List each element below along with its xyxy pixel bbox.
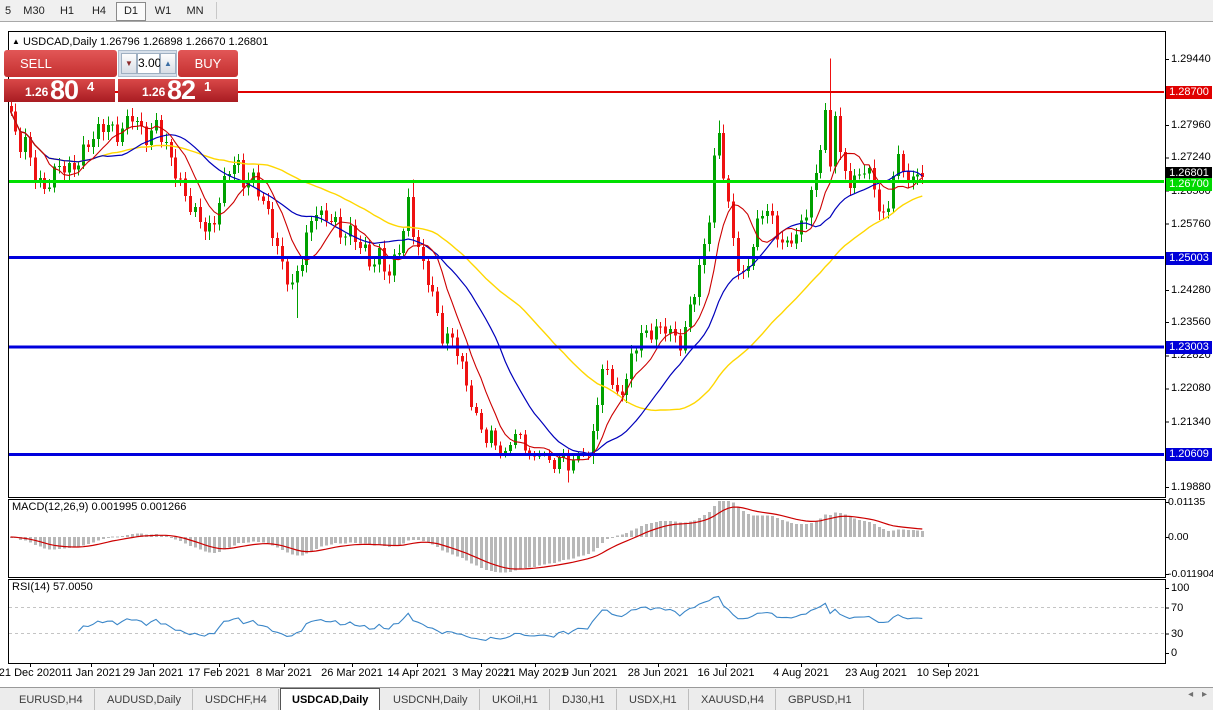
price-tick-label: 1.23560 bbox=[1171, 316, 1211, 328]
macd-value: 0.001995 bbox=[91, 501, 137, 513]
price-tick-label: 1.29440 bbox=[1171, 53, 1211, 65]
time-axis-label: 29 Jan 2021 bbox=[123, 667, 184, 679]
toolbar-separator bbox=[216, 2, 217, 19]
macd-label: MACD(12,26,9) 0.001995 0.001266 bbox=[12, 501, 186, 513]
timeframe-button-h4[interactable]: H4 bbox=[84, 2, 114, 21]
chart-tab-usdchf-h4[interactable]: USDCHF,H4 bbox=[194, 689, 279, 710]
timeframe-button-mn[interactable]: MN bbox=[180, 2, 210, 21]
sell-price-big: 80 bbox=[50, 75, 78, 106]
price-tick-label: 1.24280 bbox=[1171, 284, 1211, 296]
price-tick-label: 1.27960 bbox=[1171, 119, 1211, 131]
time-axis-label: 9 Jun 2021 bbox=[563, 667, 617, 679]
rsi-tick-label: 30 bbox=[1171, 628, 1183, 640]
rsi-value: 57.0050 bbox=[53, 581, 93, 593]
quote-low: 1.26670 bbox=[186, 36, 226, 48]
chart-tab-usdcad-daily[interactable]: USDCAD,Daily bbox=[280, 688, 380, 710]
rsi-panel[interactable] bbox=[8, 579, 1166, 664]
volume-stepper: ▼ 3.00 ▲ bbox=[118, 50, 177, 77]
timeframe-button-m30[interactable]: M30 bbox=[18, 2, 50, 21]
quote-open: 1.26796 bbox=[100, 36, 140, 48]
chart-symbol-label: USDCAD,Daily bbox=[23, 36, 97, 48]
time-axis-label: 16 Jul 2021 bbox=[698, 667, 755, 679]
volume-increase-icon[interactable]: ▲ bbox=[160, 53, 176, 74]
timeframe-button-5[interactable]: 5 bbox=[0, 2, 16, 21]
sell-price-box[interactable]: 1.26 80 4 bbox=[4, 79, 115, 102]
timeframe-button-w1[interactable]: W1 bbox=[148, 2, 178, 21]
time-axis-label: 17 Feb 2021 bbox=[188, 667, 250, 679]
time-axis-label: 14 Apr 2021 bbox=[387, 667, 446, 679]
sell-price-pip: 4 bbox=[87, 79, 94, 94]
timeframe-button-d1[interactable]: D1 bbox=[116, 2, 146, 21]
buy-button[interactable]: BUY bbox=[178, 50, 238, 77]
price-tick-label: 1.27240 bbox=[1171, 151, 1211, 163]
time-axis-label: 3 May 2021 bbox=[452, 667, 509, 679]
volume-input[interactable]: 3.00 bbox=[137, 53, 160, 74]
tab-scroll-left-icon[interactable]: ◂ bbox=[1188, 689, 1193, 700]
macd-tick-label: 0.01135 bbox=[1168, 496, 1205, 508]
price-badge-128700: 1.28700 bbox=[1166, 86, 1212, 99]
buy-price-prefix: 1.26 bbox=[142, 85, 165, 99]
buy-price-big: 82 bbox=[167, 75, 195, 106]
time-axis-label: 23 Aug 2021 bbox=[845, 667, 907, 679]
price-tick-label: 1.19880 bbox=[1171, 481, 1211, 493]
price-tick-label: 1.25760 bbox=[1171, 218, 1211, 230]
buy-price-box[interactable]: 1.26 82 1 bbox=[118, 79, 238, 102]
chart-tab-usdx-h1[interactable]: USDX,H1 bbox=[618, 689, 689, 710]
quote-close: 1.26801 bbox=[229, 36, 269, 48]
macd-name: MACD(12,26,9) bbox=[12, 501, 88, 513]
quote-high: 1.26898 bbox=[143, 36, 183, 48]
trade-buttons-row: SELL ▼ 3.00 ▲ BUY bbox=[3, 50, 238, 77]
chart-tab-gbpusd-h1[interactable]: GBPUSD,H1 bbox=[777, 689, 864, 710]
timeframe-toolbar: 5M30H1H4D1W1MN bbox=[0, 0, 1213, 22]
price-badge-120609: 1.20609 bbox=[1166, 448, 1212, 461]
macd-tick-label: 0.00 bbox=[1168, 531, 1188, 543]
time-axis-label: 28 Jun 2021 bbox=[628, 667, 689, 679]
mt4-terminal-window: 5M30H1H4D1W1MN ▲ USDCAD,Daily 1.26796 1.… bbox=[0, 0, 1213, 710]
chart-tab-bar: ◂ ▸ EURUSD,H4AUDUSD,DailyUSDCHF,H4USDCAD… bbox=[0, 687, 1213, 710]
time-axis-label: 21 May 2021 bbox=[503, 667, 567, 679]
chart-header: ▲ USDCAD,Daily 1.26796 1.26898 1.26670 1… bbox=[12, 36, 268, 48]
macd-signal-value: 0.001266 bbox=[140, 501, 186, 513]
rsi-label: RSI(14) 57.0050 bbox=[12, 581, 93, 593]
rsi-name: RSI(14) bbox=[12, 581, 50, 593]
buy-price-pip: 1 bbox=[204, 79, 211, 94]
tab-scroll-right-icon[interactable]: ▸ bbox=[1202, 689, 1207, 700]
collapse-quotes-icon[interactable]: ▲ bbox=[12, 37, 20, 46]
volume-decrease-icon[interactable]: ▼ bbox=[121, 53, 137, 74]
price-tick-label: 1.22080 bbox=[1171, 382, 1211, 394]
time-axis-label: 8 Mar 2021 bbox=[256, 667, 312, 679]
timeframe-button-h1[interactable]: H1 bbox=[52, 2, 82, 21]
chart-tab-usdcnh-daily[interactable]: USDCNH,Daily bbox=[382, 689, 480, 710]
one-click-trading-panel: SELL ▼ 3.00 ▲ BUY 1.26 80 4 1.26 82 1 bbox=[3, 50, 238, 102]
sell-price-prefix: 1.26 bbox=[25, 85, 48, 99]
time-axis-label: 11 Jan 2021 bbox=[61, 667, 121, 679]
time-axis-label: 10 Sep 2021 bbox=[917, 667, 979, 679]
price-badge-126700: 1.26700 bbox=[1166, 178, 1212, 191]
rsi-tick-label: 0 bbox=[1171, 647, 1177, 659]
rsi-tick-label: 70 bbox=[1171, 602, 1183, 614]
price-tick-label: 1.21340 bbox=[1171, 416, 1211, 428]
rsi-tick-label: 100 bbox=[1171, 582, 1189, 594]
price-badge-125003: 1.25003 bbox=[1166, 252, 1212, 265]
tab-scroll-arrows: ◂ ▸ bbox=[1182, 689, 1207, 700]
macd-tick-label: -0.011904 bbox=[1168, 568, 1213, 580]
chart-tab-audusd-daily[interactable]: AUDUSD,Daily bbox=[96, 689, 193, 710]
chart-tab-eurusd-h4[interactable]: EURUSD,H4 bbox=[8, 689, 95, 710]
chart-tab-xauusd-h4[interactable]: XAUUSD,H4 bbox=[690, 689, 776, 710]
chart-tab-ukoil-h1[interactable]: UKOil,H1 bbox=[481, 689, 550, 710]
price-badge-123003: 1.23003 bbox=[1166, 341, 1212, 354]
time-axis-label: 21 Dec 2020 bbox=[0, 667, 61, 679]
time-axis-label: 4 Aug 2021 bbox=[773, 667, 829, 679]
sell-button[interactable]: SELL bbox=[4, 50, 117, 77]
time-axis-label: 26 Mar 2021 bbox=[321, 667, 383, 679]
chart-tab-dj30-h1[interactable]: DJ30,H1 bbox=[551, 689, 617, 710]
